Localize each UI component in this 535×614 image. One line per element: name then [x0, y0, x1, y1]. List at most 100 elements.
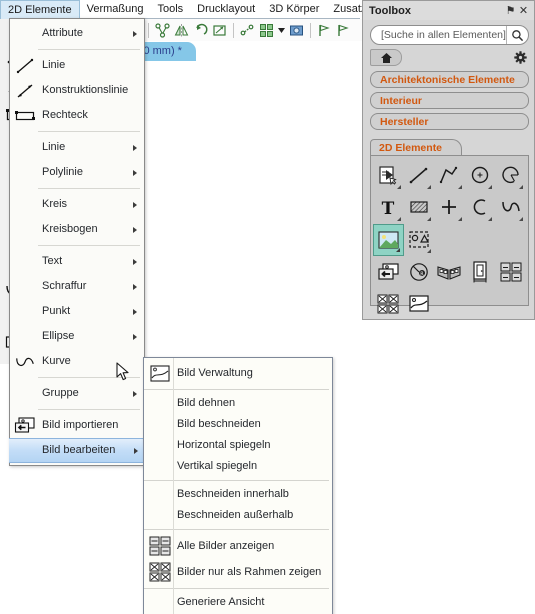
submenu-item-bild-dehnen[interactable]: Bild dehnen — [144, 393, 332, 414]
menubar-item-2d-elemente[interactable]: 2D Elemente — [0, 0, 80, 19]
menu-item-schraffur[interactable]: Schraffur — [10, 274, 144, 299]
menubar-item-3d-k-rper[interactable]: 3D Körper — [262, 0, 326, 18]
corner-expand-indicator[interactable] — [457, 185, 462, 189]
transform-icon[interactable] — [211, 22, 228, 39]
submenu-separator — [144, 588, 329, 589]
image-manage-icon[interactable] — [404, 288, 435, 320]
gear-icon[interactable] — [513, 50, 528, 65]
circle-icon[interactable] — [465, 160, 496, 192]
mirror-icon[interactable] — [173, 22, 190, 39]
menubar-item-drucklayout[interactable]: Drucklayout — [190, 0, 262, 18]
submenu-item-beschneiden-innerhalb[interactable]: Beschneiden innerhalb — [144, 484, 332, 505]
submenu-item-generiere-ansicht[interactable]: Generiere Ansicht — [144, 592, 332, 613]
menu-item-punkt[interactable]: Punkt — [10, 299, 144, 324]
submenu-item-vertikal-spiegeln[interactable]: Vertikal spiegeln — [144, 456, 332, 477]
group-icon[interactable] — [404, 224, 435, 256]
curve-open-icon[interactable] — [465, 192, 496, 224]
polyline-icon[interactable] — [434, 160, 465, 192]
menubar-item-tools[interactable]: Tools — [150, 0, 190, 18]
menu-item-bild-importieren[interactable]: Bild importieren — [10, 413, 144, 438]
category-button-architektonische-elemente[interactable]: Architektonische Elemente — [370, 71, 529, 88]
corner-expand-indicator[interactable] — [457, 217, 462, 221]
menu-item-linie[interactable]: Linie — [10, 135, 144, 160]
undo-icon[interactable] — [192, 22, 209, 39]
icon-grid-row — [373, 288, 526, 320]
camera-icon[interactable] — [288, 22, 305, 39]
menu-item-label: Kurve — [42, 355, 71, 367]
hatch-icon[interactable] — [404, 192, 435, 224]
submenu-item-bild-beschneiden[interactable]: Bild beschneiden — [144, 414, 332, 435]
submenu-item-label: Alle Bilder anzeigen — [177, 540, 275, 552]
toolbox-panel: Toolbox ⚑ ✕ [Suche in allen Elementen] 2… — [362, 0, 535, 320]
image-icon[interactable] — [373, 224, 404, 256]
arc-icon[interactable] — [495, 160, 526, 192]
split-icon[interactable] — [154, 22, 171, 39]
submenu-item-beschneiden-außerhalb[interactable]: Beschneiden außerhalb — [144, 505, 332, 526]
corner-expand-indicator[interactable] — [518, 185, 523, 189]
show-all-images-icon[interactable] — [495, 256, 526, 288]
menu-item-label: Polylinie — [42, 166, 83, 178]
flag-icon[interactable] — [316, 22, 333, 39]
menu-separator — [38, 377, 140, 378]
curve-wave-icon[interactable] — [495, 192, 526, 224]
select-object-icon[interactable] — [373, 160, 404, 192]
grid-icon[interactable] — [258, 22, 275, 39]
submenu-item-label: Vertikal spiegeln — [177, 460, 258, 472]
menu-separator — [38, 188, 140, 189]
menu-item-konstruktionslinie[interactable]: Konstruktionslinie — [10, 78, 144, 103]
rotate-icon[interactable]: R — [404, 256, 435, 288]
line-icon[interactable] — [404, 160, 435, 192]
close-icon[interactable]: ✕ — [517, 4, 530, 17]
images-as-frames-icon[interactable] — [373, 288, 404, 320]
home-icon[interactable] — [370, 49, 402, 66]
corner-expand-indicator[interactable] — [427, 249, 432, 253]
menu-item-bild-bearbeiten[interactable]: Bild bearbeiten — [9, 438, 145, 463]
corner-expand-indicator[interactable] — [488, 217, 493, 221]
search-icon[interactable] — [505, 26, 528, 44]
menu-item-label: Linie — [42, 59, 66, 71]
menu-item-rechteck[interactable]: Rechteck — [10, 103, 144, 128]
menubar-item-verma-ung[interactable]: Vermaßung — [80, 0, 151, 18]
menu-item-attribute[interactable]: Attribute — [10, 21, 144, 46]
corner-expand-indicator[interactable] — [427, 217, 432, 221]
empty-cell — [465, 224, 496, 256]
search-input[interactable]: [Suche in allen Elementen] — [370, 25, 529, 45]
corner-expand-indicator[interactable] — [396, 185, 401, 189]
corner-expand-indicator[interactable] — [427, 185, 432, 189]
pin-icon[interactable]: ⚑ — [504, 4, 517, 17]
grid-dropdown-arrow[interactable] — [277, 22, 286, 39]
corner-expand-indicator[interactable] — [488, 185, 493, 189]
submenu-separator — [144, 389, 329, 390]
import-image-icon[interactable] — [373, 256, 404, 288]
menu-item-linie[interactable]: Linie — [10, 53, 144, 78]
menu-separator — [38, 131, 140, 132]
corner-expand-indicator[interactable] — [518, 217, 523, 221]
link-icon[interactable] — [239, 22, 256, 39]
menu-item-ellipse[interactable]: Ellipse — [10, 324, 144, 349]
point-icon[interactable] — [434, 192, 465, 224]
drawing-canvas[interactable] — [143, 62, 360, 345]
submenu-item-bild-verwaltung[interactable]: Bild Verwaltung — [144, 360, 332, 386]
menu-item-kreis[interactable]: Kreis — [10, 192, 144, 217]
category-button-interieur[interactable]: Interieur — [370, 92, 529, 109]
submenu-item-bilder-nur-als-rahmen-zeigen[interactable]: Bilder nur als Rahmen zeigen — [144, 559, 332, 585]
text-icon[interactable]: T — [373, 192, 404, 224]
tab-2d-elemente[interactable]: 2D Elemente — [370, 139, 462, 156]
corner-expand-indicator[interactable] — [396, 217, 401, 221]
category-button-hersteller[interactable]: Hersteller — [370, 113, 529, 130]
menu-item-kurve[interactable]: Kurve — [10, 349, 144, 374]
submenu-item-alle-bilder-anzeigen[interactable]: Alle Bilder anzeigen — [144, 533, 332, 559]
submenu-item-label: Bild dehnen — [177, 397, 236, 409]
unfold-icon[interactable] — [434, 256, 465, 288]
images-as-frames-icon — [148, 560, 172, 584]
svg-text:R: R — [420, 271, 424, 277]
menu-item-kreisbogen[interactable]: Kreisbogen — [10, 217, 144, 242]
menu-item-gruppe[interactable]: Gruppe — [10, 381, 144, 406]
menu-item-text[interactable]: Text — [10, 249, 144, 274]
door-elevation-icon[interactable] — [465, 256, 496, 288]
submenu-item-horizontal-spiegeln[interactable]: Horizontal spiegeln — [144, 435, 332, 456]
construction-line-icon — [14, 80, 36, 102]
menu-item-polylinie[interactable]: Polylinie — [10, 160, 144, 185]
flag-alt-icon[interactable] — [335, 22, 352, 39]
corner-expand-indicator[interactable] — [395, 248, 400, 252]
